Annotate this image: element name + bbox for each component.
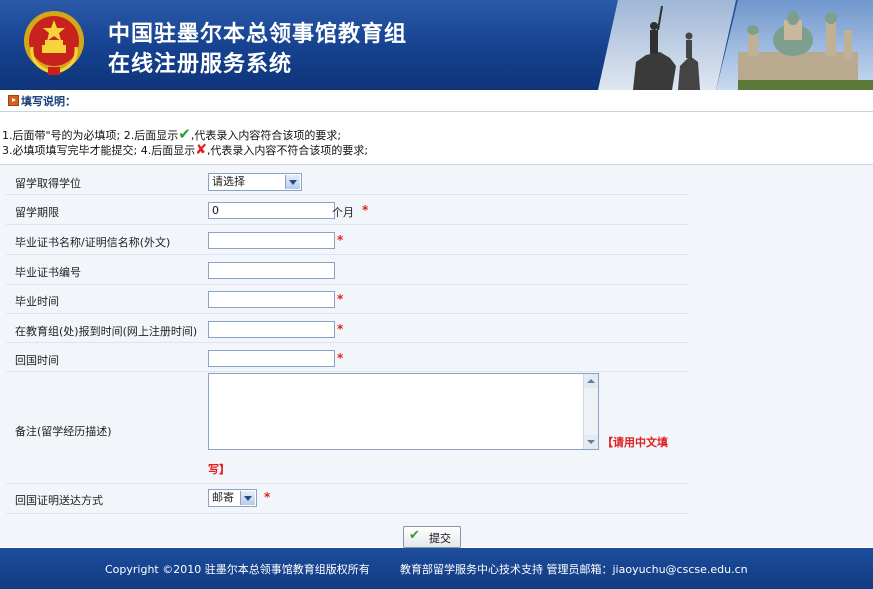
row-divider	[6, 513, 688, 514]
instructions-header: 填写说明：	[0, 90, 873, 112]
cert-no-label: 毕业证书编号	[15, 266, 81, 279]
report-time-label: 在教育组(处)报到时间(网上注册时间)	[15, 325, 198, 338]
duration-input[interactable]	[208, 202, 335, 219]
row-divider	[6, 342, 688, 343]
row-divider	[6, 313, 688, 314]
header-banner: 中国驻墨尔本总领事馆教育组 在线注册服务系统	[0, 0, 873, 90]
degree-selected-value: 请选择	[212, 175, 245, 188]
row-divider	[6, 371, 688, 372]
cert-name-input[interactable]	[208, 232, 335, 249]
row-divider	[6, 194, 688, 195]
scroll-up-icon[interactable]	[584, 374, 598, 388]
row-divider	[6, 224, 688, 225]
degree-label: 留学取得学位	[15, 177, 81, 190]
submit-button[interactable]: ✔ 提交	[403, 526, 461, 548]
row-divider	[6, 483, 688, 484]
instruction-line-1: 1.后面带"号的为必填项; 2.后面显示✔,代表录入内容符合该项的要求;	[2, 125, 342, 143]
instructions-heading: 填写说明：	[21, 95, 76, 108]
scroll-down-icon[interactable]	[584, 435, 598, 449]
textarea-scrollbar[interactable]	[583, 374, 598, 449]
red-cross-icon: ✘	[195, 142, 207, 158]
delivery-selected-value: 邮寄	[212, 491, 234, 504]
arrow-bullet-icon	[8, 95, 19, 106]
report-time-input[interactable]	[208, 321, 335, 338]
cert-no-input[interactable]	[208, 262, 335, 279]
cert-name-label: 毕业证书名称/证明信名称(外文)	[15, 236, 171, 249]
support-contact-text: 教育部留学服务中心技术支持 管理员邮箱：jiaoyuchu@cscse.edu.…	[400, 563, 748, 576]
melbourne-landmarks-photo	[598, 0, 873, 90]
required-star: *	[337, 322, 344, 336]
instruction-line-2: 3.必填项填写完毕才能提交; 4.后面显示✘,代表录入内容不符合该项的要求;	[2, 142, 369, 158]
instructions-body: 1.后面带"号的为必填项; 2.后面显示✔,代表录入内容符合该项的要求; 3.必…	[0, 112, 873, 165]
required-star: *	[337, 351, 344, 365]
green-check-icon: ✔	[178, 125, 191, 143]
registration-form	[0, 165, 873, 547]
system-title-line2: 在线注册服务系统	[108, 52, 293, 77]
remarks-textarea[interactable]	[208, 373, 599, 450]
copyright-text: Copyright ©2010 驻墨尔本总领事馆教育组版权所有	[105, 563, 370, 576]
chinese-note-part2: 写】	[208, 463, 230, 476]
return-time-label: 回国时间	[15, 354, 59, 367]
required-star: *	[337, 233, 344, 247]
page-footer: Copyright ©2010 驻墨尔本总领事馆教育组版权所有 教育部留学服务中…	[0, 548, 873, 589]
row-divider	[6, 284, 688, 285]
required-star: *	[362, 203, 369, 217]
delivery-method-select[interactable]: 邮寄	[208, 489, 257, 507]
duration-label: 留学期限	[15, 206, 59, 219]
remarks-label: 备注(留学经历描述)	[15, 425, 112, 438]
national-emblem-icon	[24, 11, 84, 75]
submit-button-label: 提交	[429, 532, 451, 545]
graduation-time-label: 毕业时间	[15, 295, 59, 308]
return-time-input[interactable]	[208, 350, 335, 367]
dropdown-arrow-icon[interactable]	[285, 175, 300, 189]
degree-select[interactable]: 请选择	[208, 173, 302, 191]
system-title-line1: 中国驻墨尔本总领事馆教育组	[108, 22, 408, 47]
delivery-method-label: 回国证明送达方式	[15, 494, 103, 507]
dropdown-arrow-icon[interactable]	[240, 491, 255, 505]
duration-unit: 个月	[332, 206, 354, 219]
chinese-note-part1: 【请用中文填	[602, 436, 668, 449]
required-star: *	[264, 490, 271, 504]
row-divider	[6, 254, 688, 255]
graduation-time-input[interactable]	[208, 291, 335, 308]
required-star: *	[337, 292, 344, 306]
checkmark-icon: ✔	[409, 528, 420, 543]
